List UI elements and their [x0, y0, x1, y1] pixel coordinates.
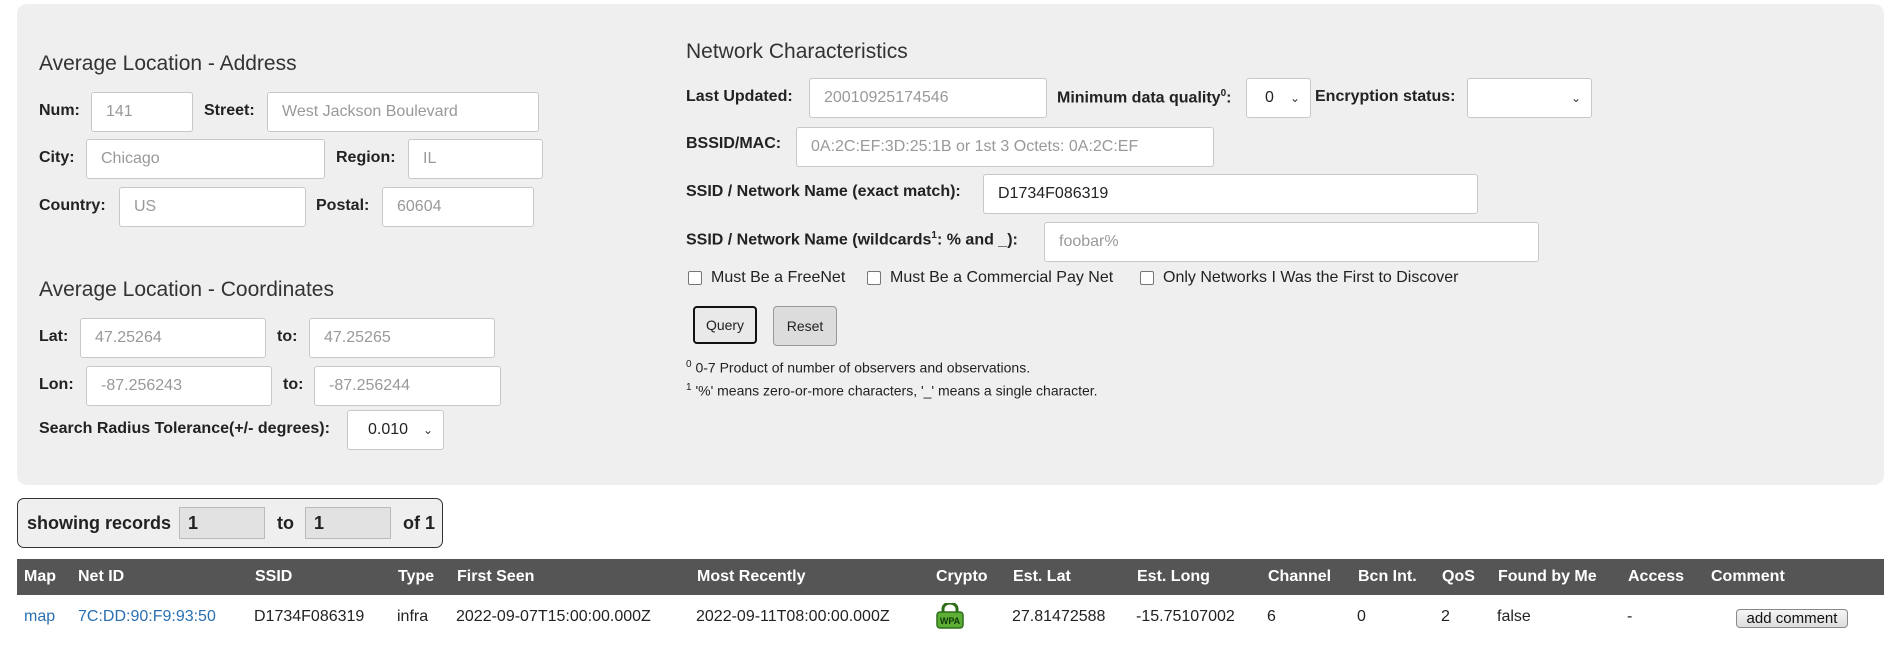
- radius-value: 0.010: [368, 421, 409, 438]
- col-channel[interactable]: Channel: [1268, 568, 1331, 586]
- lon-to-label: to:: [283, 376, 304, 393]
- bssid-label: BSSID/MAC:: [686, 135, 782, 152]
- col-netid[interactable]: Net ID: [78, 568, 124, 586]
- radius-select[interactable]: 0.010 ⌄: [347, 410, 444, 450]
- freenet-checkbox[interactable]: Must Be a FreeNet: [688, 269, 845, 287]
- region-input[interactable]: IL: [408, 139, 543, 179]
- qos-cell: 2: [1441, 608, 1450, 625]
- min-quality-select[interactable]: 0 ⌄: [1246, 78, 1311, 118]
- postal-label: Postal:: [316, 197, 370, 214]
- chevron-down-icon: ⌄: [422, 423, 433, 437]
- add-comment-button[interactable]: add comment: [1736, 609, 1848, 628]
- min-quality-label: Minimum data quality0:: [1057, 88, 1232, 107]
- records-of-label: of 1: [403, 513, 436, 533]
- col-found-by-me[interactable]: Found by Me: [1498, 568, 1597, 586]
- lat-to-label: to:: [277, 328, 298, 345]
- showing-records-label: showing records: [27, 513, 172, 533]
- encryption-label: Encryption status:: [1315, 88, 1456, 105]
- address-heading: Average Location - Address: [39, 52, 297, 75]
- reset-button[interactable]: Reset: [773, 306, 837, 346]
- network-heading: Network Characteristics: [686, 40, 908, 63]
- col-qos[interactable]: QoS: [1442, 568, 1475, 586]
- chevron-down-icon: ⌄: [1289, 91, 1300, 105]
- checkbox-box[interactable]: [1140, 271, 1154, 285]
- paynet-checkbox[interactable]: Must Be a Commercial Pay Net: [867, 269, 1113, 287]
- results-table-header: Map Net ID SSID Type First Seen Most Rec…: [17, 559, 1884, 595]
- first-discover-checkbox[interactable]: Only Networks I Was the First to Discove…: [1140, 269, 1458, 287]
- map-link[interactable]: map: [24, 608, 55, 626]
- records-from-input[interactable]: 1: [179, 507, 265, 539]
- bssid-input[interactable]: 0A:2C:EF:3D:25:1B or 1st 3 Octets: 0A:2C…: [796, 127, 1214, 167]
- type-cell: infra: [397, 608, 429, 625]
- col-crypto[interactable]: Crypto: [936, 568, 988, 586]
- city-input[interactable]: Chicago: [86, 139, 325, 179]
- lat-to-input[interactable]: 47.25265: [309, 318, 495, 358]
- num-input[interactable]: 141: [91, 92, 193, 132]
- ssid-exact-label: SSID / Network Name (exact match):: [686, 183, 961, 200]
- records-pager: showing records 1 to 1 of 1: [17, 498, 443, 548]
- ssid-cell: D1734F086319: [254, 608, 365, 625]
- col-type[interactable]: Type: [398, 568, 434, 586]
- region-label: Region:: [336, 149, 396, 166]
- lon-from-input[interactable]: -87.256243: [86, 366, 272, 406]
- most-recently-cell: 2022-09-11T08:00:00.000Z: [696, 608, 890, 625]
- est-long-cell: -15.75107002: [1136, 608, 1235, 625]
- postal-input[interactable]: 60604: [382, 187, 534, 227]
- street-input[interactable]: West Jackson Boulevard: [267, 92, 539, 132]
- col-bcn-int[interactable]: Bcn Int.: [1358, 568, 1417, 586]
- coordinates-heading: Average Location - Coordinates: [39, 278, 334, 301]
- access-cell: -: [1627, 608, 1633, 625]
- lon-to-input[interactable]: -87.256244: [314, 366, 501, 406]
- last-updated-input[interactable]: 20010925174546: [809, 78, 1047, 118]
- lon-label: Lon:: [39, 376, 74, 393]
- col-est-long[interactable]: Est. Long: [1137, 568, 1210, 586]
- est-lat-cell: 27.81472588: [1012, 608, 1106, 625]
- street-label: Street:: [204, 102, 255, 119]
- ssid-exact-input[interactable]: D1734F086319: [983, 174, 1478, 214]
- min-quality-value: 0: [1265, 89, 1274, 106]
- records-to-input[interactable]: 1: [305, 507, 391, 539]
- last-updated-label: Last Updated:: [686, 88, 793, 105]
- col-access[interactable]: Access: [1628, 568, 1684, 586]
- channel-cell: 6: [1267, 608, 1276, 625]
- city-label: City:: [39, 149, 75, 166]
- first-seen-cell: 2022-09-07T15:00:00.000Z: [456, 608, 651, 625]
- checkbox-box[interactable]: [867, 271, 881, 285]
- num-label: Num:: [39, 102, 80, 119]
- found-by-me-cell: false: [1497, 608, 1531, 625]
- country-input[interactable]: US: [119, 187, 306, 227]
- col-est-lat[interactable]: Est. Lat: [1013, 568, 1071, 586]
- bcn-int-cell: 0: [1357, 608, 1366, 625]
- footnote-1: 1 '%' means zero-or-more characters, '_'…: [686, 382, 1098, 399]
- col-most-recently[interactable]: Most Recently: [697, 568, 805, 586]
- checkbox-box[interactable]: [688, 271, 702, 285]
- footnote-0: 0 0-7 Product of number of observers and…: [686, 359, 1031, 376]
- records-to-label: to: [277, 513, 294, 533]
- chevron-down-icon: ⌄: [1570, 91, 1581, 105]
- col-map[interactable]: Map: [24, 568, 56, 586]
- lat-label: Lat:: [39, 328, 69, 345]
- col-comment[interactable]: Comment: [1711, 568, 1785, 586]
- col-ssid[interactable]: SSID: [255, 568, 292, 586]
- radius-label: Search Radius Tolerance(+/- degrees):: [39, 420, 330, 437]
- wpa-text: WPA: [940, 616, 961, 626]
- encryption-select[interactable]: ⌄: [1467, 78, 1592, 118]
- wpa-lock-icon: WPA: [935, 601, 965, 634]
- col-first-seen[interactable]: First Seen: [457, 568, 534, 586]
- ssid-wildcard-label: SSID / Network Name (wildcards1: % and _…: [686, 230, 1018, 249]
- netid-link[interactable]: 7C:DD:90:F9:93:50: [78, 608, 216, 626]
- ssid-wildcard-input[interactable]: foobar%: [1044, 222, 1539, 262]
- query-button[interactable]: Query: [693, 306, 757, 344]
- lat-from-input[interactable]: 47.25264: [80, 318, 266, 358]
- country-label: Country:: [39, 197, 106, 214]
